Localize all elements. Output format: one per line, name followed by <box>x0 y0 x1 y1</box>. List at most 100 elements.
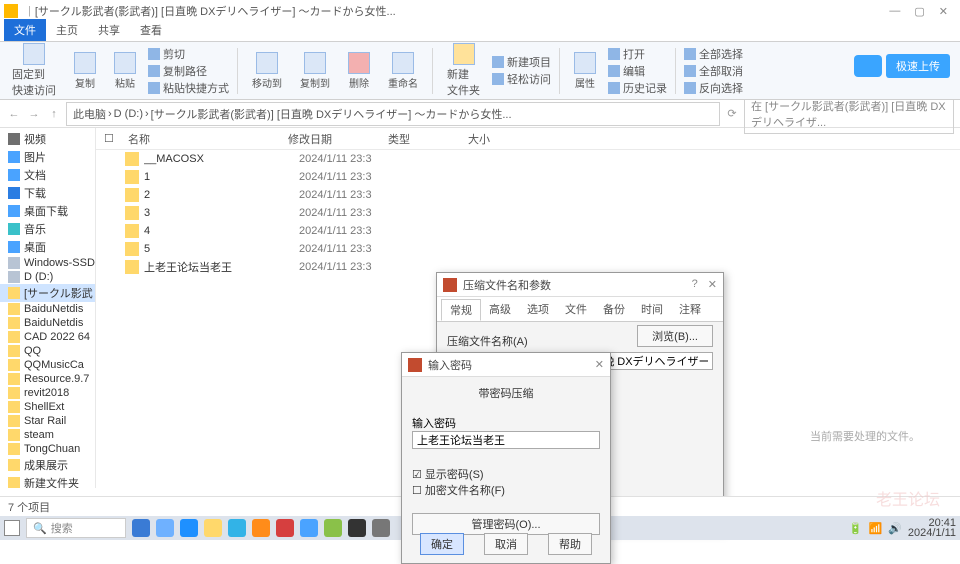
dlg1-tab-backup[interactable]: 备份 <box>595 299 633 321</box>
properties-button[interactable]: 属性 <box>568 50 602 92</box>
newfolder-button[interactable]: 新建文件夹 <box>441 41 486 100</box>
sidebar-item[interactable]: revit2018 <box>0 386 95 400</box>
col-type[interactable]: 类型 <box>380 131 460 147</box>
task-icon[interactable] <box>228 519 246 537</box>
explorer-icon[interactable] <box>204 519 222 537</box>
delete-button[interactable]: 删除 <box>342 50 376 92</box>
task-icon[interactable] <box>252 519 270 537</box>
dlg2-cancel-button[interactable]: 取消 <box>484 533 528 555</box>
sidebar-item[interactable]: 音乐 <box>0 220 95 238</box>
checkbox-header[interactable]: ☐ <box>96 132 120 145</box>
task-icon[interactable] <box>132 519 150 537</box>
dlg1-tab-general[interactable]: 常规 <box>441 299 481 321</box>
dlg1-tab-advanced[interactable]: 高级 <box>481 299 519 321</box>
file-row[interactable]: __MACOSX2024/1/11 23:3 <box>96 150 960 168</box>
copyto-button[interactable]: 复制到 <box>294 50 336 92</box>
sidebar-item[interactable]: 下载 <box>0 184 95 202</box>
task-icon[interactable] <box>300 519 318 537</box>
tab-file[interactable]: 文件 <box>4 19 46 41</box>
tray-wifi-icon[interactable]: 📶 <box>868 522 882 535</box>
sidebar-item[interactable]: [サークル影武 <box>0 284 95 302</box>
sidebar-item[interactable]: 图片 <box>0 148 95 166</box>
taskbar-search[interactable]: 🔍 搜索 <box>26 518 126 538</box>
sidebar-item[interactable]: ShellExt <box>0 400 95 414</box>
sidebar-item[interactable]: TongChuan <box>0 442 95 456</box>
edge-icon[interactable] <box>180 519 198 537</box>
close-button[interactable]: ✕ <box>939 5 948 18</box>
file-row[interactable]: 42024/1/11 23:3 <box>96 222 960 240</box>
pin-button[interactable]: 固定到快速访问 <box>6 41 62 100</box>
manage-passwords-button[interactable]: 管理密码(O)... <box>412 513 600 535</box>
dialog2-close-button[interactable]: ✕ <box>595 358 604 371</box>
show-password-checkbox[interactable]: ☑ 显示密码(S) <box>412 467 600 483</box>
edit-button[interactable]: 编辑 <box>608 63 667 79</box>
sidebar-item[interactable]: D (D:) <box>0 270 95 284</box>
nav-back-button[interactable]: ← <box>6 106 22 122</box>
sidebar-item[interactable]: 新建文件夹 <box>0 474 95 488</box>
sidebar-item[interactable]: 成果展示 <box>0 456 95 474</box>
sidebar-item[interactable]: 视频 <box>0 130 95 148</box>
start-button[interactable] <box>4 520 20 536</box>
task-icon[interactable] <box>348 519 366 537</box>
minimize-button[interactable]: — <box>889 5 900 18</box>
sidebar-item[interactable]: Resource.9.7 <box>0 372 95 386</box>
sidebar-item[interactable]: CAD 2022 64 <box>0 330 95 344</box>
dialog1-close-button[interactable]: ✕ <box>708 278 717 291</box>
cut-button[interactable]: 剪切 <box>148 46 229 62</box>
selectall-button[interactable]: 全部选择 <box>684 46 743 62</box>
sidebar-item[interactable]: 桌面 <box>0 238 95 256</box>
task-icon[interactable] <box>372 519 390 537</box>
browse-button[interactable]: 浏览(B)... <box>637 325 713 347</box>
dlg2-help-button[interactable]: 帮助 <box>548 533 592 555</box>
cloud-upload-button[interactable]: 极速上传 <box>886 54 950 78</box>
rename-button[interactable]: 重命名 <box>382 50 424 92</box>
nav-forward-button[interactable]: → <box>26 106 42 122</box>
file-row[interactable]: 22024/1/11 23:3 <box>96 186 960 204</box>
newitem-button[interactable]: 新建项目 <box>492 54 551 70</box>
tab-home[interactable]: 主页 <box>46 19 88 41</box>
copy-button[interactable]: 复制 <box>68 50 102 92</box>
pasteshortcut-button[interactable]: 粘贴快捷方式 <box>148 80 229 96</box>
encrypt-names-checkbox[interactable]: ☐ 加密文件名称(F) <box>412 483 600 499</box>
password-input[interactable] <box>412 431 600 449</box>
col-name[interactable]: 名称 <box>120 131 280 147</box>
maximize-button[interactable]: ▢ <box>914 5 924 18</box>
history-button[interactable]: 历史记录 <box>608 80 667 96</box>
tab-view[interactable]: 查看 <box>130 19 172 41</box>
dlg1-tab-time[interactable]: 时间 <box>633 299 671 321</box>
tray-volume-icon[interactable]: 🔊 <box>888 522 902 535</box>
moveto-button[interactable]: 移动到 <box>246 50 288 92</box>
taskbar-clock[interactable]: 20:412024/1/11 <box>908 518 956 538</box>
tab-share[interactable]: 共享 <box>88 19 130 41</box>
refresh-button[interactable]: ⟳ <box>724 106 740 122</box>
nav-up-button[interactable]: ↑ <box>46 106 62 122</box>
sidebar-item[interactable]: BaiduNetdis <box>0 302 95 316</box>
sidebar-item[interactable]: QQMusicCa <box>0 358 95 372</box>
sidebar-item[interactable]: 桌面下载 <box>0 202 95 220</box>
selectnone-button[interactable]: 全部取消 <box>684 63 743 79</box>
file-row[interactable]: 12024/1/11 23:3 <box>96 168 960 186</box>
selectinvert-button[interactable]: 反向选择 <box>684 80 743 96</box>
sidebar-item[interactable]: Star Rail <box>0 414 95 428</box>
col-size[interactable]: 大小 <box>460 131 520 147</box>
copypath-button[interactable]: 复制路径 <box>148 63 229 79</box>
task-icon[interactable] <box>156 519 174 537</box>
dlg1-tab-comment[interactable]: 注释 <box>671 299 709 321</box>
tray-battery-icon[interactable]: 🔋 <box>849 522 863 535</box>
task-icon[interactable] <box>324 519 342 537</box>
sidebar-item[interactable]: Windows-SSD <box>0 256 95 270</box>
file-row[interactable]: 52024/1/11 23:3 <box>96 240 960 258</box>
dialog1-help-button[interactable]: ? <box>692 278 698 291</box>
sidebar-item[interactable]: BaiduNetdis <box>0 316 95 330</box>
dlg1-tab-files[interactable]: 文件 <box>557 299 595 321</box>
paste-button[interactable]: 粘贴 <box>108 50 142 92</box>
open-button[interactable]: 打开 <box>608 46 667 62</box>
col-date[interactable]: 修改日期 <box>280 131 380 147</box>
dlg1-tab-options[interactable]: 选项 <box>519 299 557 321</box>
sidebar-item[interactable]: 文档 <box>0 166 95 184</box>
sidebar-item[interactable]: QQ <box>0 344 95 358</box>
easyaccess-button[interactable]: 轻松访问 <box>492 71 551 87</box>
sidebar-item[interactable]: steam <box>0 428 95 442</box>
wps-icon[interactable] <box>276 519 294 537</box>
file-row[interactable]: 32024/1/11 23:3 <box>96 204 960 222</box>
